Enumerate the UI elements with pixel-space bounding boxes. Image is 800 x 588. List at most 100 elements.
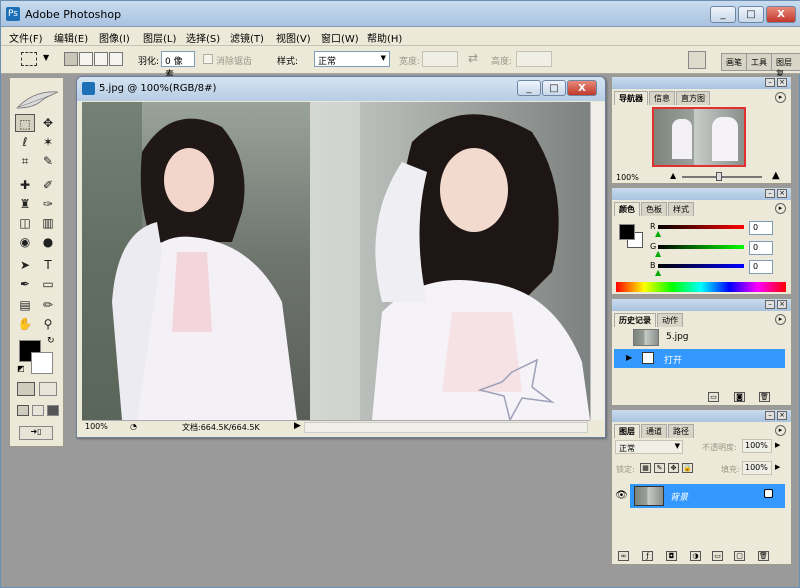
shape-tool-icon[interactable]: ▭: [38, 275, 58, 293]
lock-all-icon[interactable]: 🔒: [682, 463, 693, 473]
layer-mask-icon[interactable]: ◘: [666, 551, 677, 561]
move-tool-icon[interactable]: ✥: [38, 114, 58, 132]
standard-mode-icon[interactable]: [17, 382, 35, 396]
doc-minimize-button[interactable]: _: [517, 80, 541, 96]
tab-channels[interactable]: 通道: [641, 424, 667, 438]
b-slider[interactable]: [658, 264, 744, 268]
tab-history[interactable]: 历史记录: [614, 313, 656, 327]
palette-well-tools[interactable]: 工具: [746, 53, 772, 71]
lock-transparency-icon[interactable]: ▦: [640, 463, 651, 473]
horizontal-scrollbar[interactable]: [304, 422, 588, 433]
panel-close-button[interactable]: ×: [777, 189, 787, 198]
g-slider[interactable]: [658, 245, 744, 249]
panel-menu-icon[interactable]: ▸: [775, 203, 786, 214]
jump-to-imageready-icon[interactable]: ➜▯: [19, 426, 53, 440]
magic-wand-tool-icon[interactable]: ✶: [38, 133, 58, 151]
status-info-icon[interactable]: ◔: [130, 422, 137, 431]
panel-header[interactable]: – ×: [612, 77, 791, 89]
subtract-selection-icon[interactable]: [94, 52, 108, 66]
healing-brush-tool-icon[interactable]: ✚: [15, 176, 35, 194]
screen-mode-menu-icon[interactable]: [32, 405, 44, 416]
layer-row-background[interactable]: 👁 背景: [613, 484, 785, 508]
tab-swatches[interactable]: 色板: [641, 202, 667, 216]
tab-actions[interactable]: 动作: [657, 313, 683, 327]
panel-close-button[interactable]: ×: [777, 78, 787, 87]
panel-minimize-button[interactable]: –: [765, 78, 775, 87]
history-step[interactable]: ▶ 打开: [614, 349, 785, 368]
new-selection-icon[interactable]: [64, 52, 78, 66]
delete-layer-icon[interactable]: 🗑: [758, 551, 769, 561]
panel-header[interactable]: – ×: [612, 188, 791, 200]
fill-input[interactable]: 100%: [742, 461, 772, 475]
panel-menu-icon[interactable]: ▸: [775, 425, 786, 436]
navigator-thumbnail[interactable]: [652, 107, 746, 167]
lock-pixels-icon[interactable]: ✎: [654, 463, 665, 473]
panel-minimize-button[interactable]: –: [765, 411, 775, 420]
zoom-out-icon[interactable]: ▲: [670, 171, 676, 180]
height-input[interactable]: [516, 51, 552, 67]
background-color-swatch[interactable]: [31, 352, 53, 374]
zoom-slider-thumb[interactable]: [716, 172, 722, 181]
panel-header[interactable]: – ×: [612, 299, 791, 311]
menu-file[interactable]: 文件(F): [9, 30, 43, 45]
status-menu-arrow-icon[interactable]: ▶: [294, 421, 301, 431]
g-slider-thumb[interactable]: ▲: [655, 249, 661, 258]
brush-tool-icon[interactable]: ✐: [38, 176, 58, 194]
maximize-button[interactable]: □: [738, 6, 764, 23]
dodge-tool-icon[interactable]: ●: [38, 233, 58, 251]
zoom-in-icon[interactable]: ▲: [772, 170, 780, 181]
slice-tool-icon[interactable]: ✎: [38, 152, 58, 170]
notes-tool-icon[interactable]: ▤: [15, 296, 35, 314]
zoom-level[interactable]: 100%: [85, 422, 108, 431]
eye-visibility-icon[interactable]: 👁: [613, 484, 630, 508]
palette-well-layercomps[interactable]: 图层复: [771, 53, 800, 78]
menu-select[interactable]: 选择(S): [186, 30, 220, 45]
path-selection-tool-icon[interactable]: ➤: [15, 256, 35, 274]
rectangular-marquee-tool-icon[interactable]: ⬚: [15, 114, 35, 132]
style-select[interactable]: 正常 ▼: [314, 51, 390, 67]
close-button[interactable]: X: [766, 6, 796, 23]
layer-style-icon[interactable]: ƒ: [642, 551, 653, 561]
tab-info[interactable]: 信息: [649, 91, 675, 105]
clone-stamp-tool-icon[interactable]: ♜: [15, 195, 35, 213]
tab-styles[interactable]: 样式: [668, 202, 694, 216]
minimize-button[interactable]: _: [710, 6, 736, 23]
new-snapshot-icon[interactable]: ◙: [734, 392, 745, 402]
tab-color[interactable]: 颜色: [614, 202, 640, 216]
file-browser-icon[interactable]: [688, 51, 706, 69]
tab-layers[interactable]: 图层: [614, 424, 640, 438]
intersect-selection-icon[interactable]: [109, 52, 123, 66]
lasso-tool-icon[interactable]: ℓ: [15, 133, 35, 151]
zoom-tool-icon[interactable]: ⚲: [38, 315, 58, 333]
history-snapshot[interactable]: 5.jpg: [614, 328, 785, 347]
gradient-tool-icon[interactable]: ▥: [38, 214, 58, 232]
menu-layer[interactable]: 图层(L): [143, 30, 176, 45]
eraser-tool-icon[interactable]: ◫: [15, 214, 35, 232]
type-tool-icon[interactable]: T: [38, 256, 58, 274]
panel-close-button[interactable]: ×: [777, 300, 787, 309]
width-input[interactable]: [422, 51, 458, 67]
blend-mode-select[interactable]: 正常 ▼: [615, 440, 683, 454]
opacity-input[interactable]: 100%: [742, 439, 772, 453]
menu-help[interactable]: 帮助(H): [367, 30, 402, 45]
menu-view[interactable]: 视图(V): [276, 30, 311, 45]
r-value-input[interactable]: 0: [749, 221, 773, 235]
opacity-arrow-icon[interactable]: ▶: [775, 441, 780, 449]
history-brush-tool-icon[interactable]: ✑: [38, 195, 58, 213]
new-layer-icon[interactable]: ▢: [734, 551, 745, 561]
g-value-input[interactable]: 0: [749, 241, 773, 255]
color-ramp[interactable]: [616, 282, 786, 292]
panel-header[interactable]: – ×: [612, 410, 791, 422]
new-document-from-state-icon[interactable]: ▭: [708, 392, 719, 402]
eyedropper-tool-icon[interactable]: ✏: [38, 296, 58, 314]
panel-menu-icon[interactable]: ▸: [775, 314, 786, 325]
blur-tool-icon[interactable]: ◉: [15, 233, 35, 251]
image-canvas[interactable]: [82, 102, 590, 420]
menu-window[interactable]: 窗口(W): [321, 30, 359, 45]
adjustment-layer-icon[interactable]: ◑: [690, 551, 701, 561]
navigator-zoom[interactable]: 100%: [616, 173, 639, 182]
screen-mode-standard-icon[interactable]: [17, 405, 29, 416]
screen-mode-full-icon[interactable]: [47, 405, 59, 416]
swap-icon[interactable]: ⇄: [468, 51, 478, 65]
vertical-scrollbar[interactable]: [590, 102, 604, 420]
